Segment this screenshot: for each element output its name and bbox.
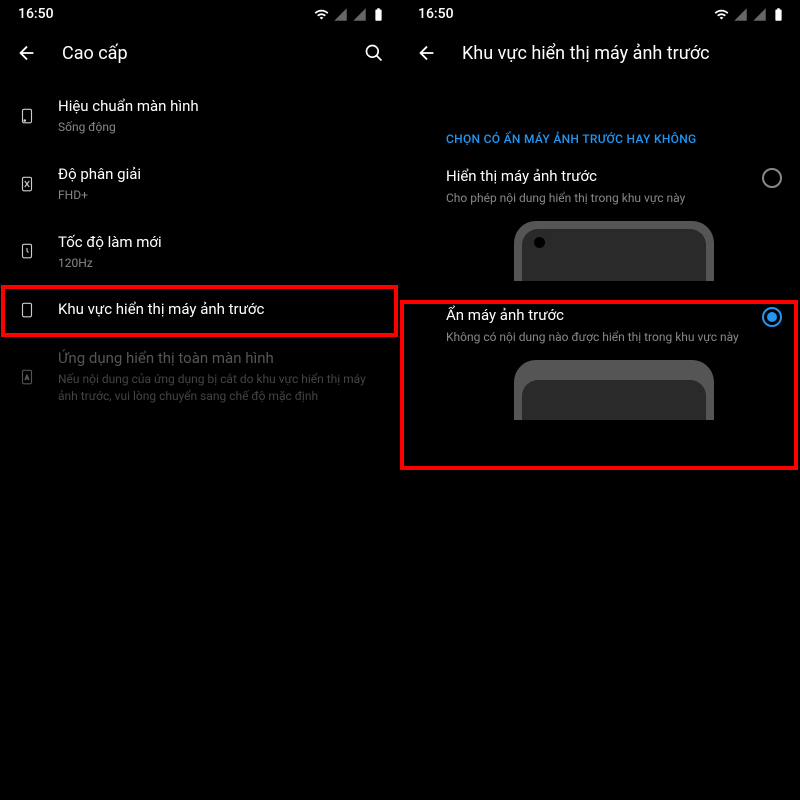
- item-sub: Nếu nội dung của ứng dụng bị cắt do khu …: [58, 371, 384, 405]
- battery-icon: [371, 7, 386, 22]
- svg-text:A: A: [25, 374, 29, 381]
- radio-unselected-icon[interactable]: [762, 168, 782, 188]
- item-refresh-rate[interactable]: Tốc độ làm mới 120Hz: [0, 218, 400, 286]
- phone-icon: [16, 300, 38, 320]
- preview-show-camera: [514, 221, 714, 281]
- item-screen-calibration[interactable]: Hiệu chuẩn màn hình Sống động: [0, 82, 400, 150]
- status-icons: [314, 7, 386, 22]
- item-fullscreen-apps: A Ứng dụng hiển thị toàn màn hình Nếu nộ…: [0, 334, 400, 419]
- status-bar: 16:50: [400, 0, 800, 28]
- screen-advanced: 16:50 Cao cấp Hiệu chuẩn màn hình Sống đ…: [0, 0, 400, 800]
- option-title: Hiển thị máy ảnh trước: [446, 166, 746, 187]
- item-text: Khu vực hiển thị máy ảnh trước: [58, 299, 384, 320]
- option-show-camera[interactable]: Hiển thị máy ảnh trước Cho phép nội dung…: [400, 166, 800, 281]
- item-title: Ứng dụng hiển thị toàn màn hình: [58, 348, 384, 369]
- settings-list: Hiệu chuẩn màn hình Sống động Độ phân gi…: [0, 82, 400, 419]
- palette-icon: [16, 106, 38, 126]
- back-button[interactable]: [16, 42, 38, 64]
- signal-icon-2: [752, 7, 767, 22]
- page-title: Khu vực hiển thị máy ảnh trước: [462, 43, 784, 64]
- wifi-icon: [314, 7, 329, 22]
- item-title: Hiệu chuẩn màn hình: [58, 96, 384, 117]
- item-resolution[interactable]: Độ phân giải FHD+: [0, 150, 400, 218]
- screen-camera-area: 16:50 Khu vực hiển thị máy ảnh trước CHỌ…: [400, 0, 800, 800]
- option-hide-camera[interactable]: Ẩn máy ảnh trước Không có nội dung nào đ…: [400, 305, 800, 420]
- item-sub: FHD+: [58, 187, 384, 204]
- item-text: Ứng dụng hiển thị toàn màn hình Nếu nội …: [58, 348, 384, 405]
- signal-icon-2: [352, 7, 367, 22]
- search-button[interactable]: [364, 43, 384, 63]
- status-time: 16:50: [18, 6, 54, 22]
- item-text: Tốc độ làm mới 120Hz: [58, 232, 384, 272]
- header: Cao cấp: [0, 28, 400, 82]
- status-time: 16:50: [418, 6, 454, 22]
- item-text: Hiệu chuẩn màn hình Sống động: [58, 96, 384, 136]
- wifi-icon: [714, 7, 729, 22]
- preview-hide-camera: [514, 360, 714, 420]
- section-header: CHỌN CÓ ẨN MÁY ẢNH TRƯỚC HAY KHÔNG: [400, 82, 800, 166]
- item-sub: Sống động: [58, 119, 384, 136]
- status-bar: 16:50: [0, 0, 400, 28]
- option-sub: Cho phép nội dung hiển thị trong khu vực…: [446, 190, 746, 207]
- item-camera-display-area[interactable]: Khu vực hiển thị máy ảnh trước: [0, 285, 400, 334]
- fullscreen-icon: A: [16, 367, 38, 387]
- option-sub: Không có nội dung nào được hiển thị tron…: [446, 329, 746, 346]
- radio-selected-icon[interactable]: [762, 307, 782, 327]
- page-title: Cao cấp: [62, 43, 340, 64]
- battery-icon: [771, 7, 786, 22]
- option-title: Ẩn máy ảnh trước: [446, 305, 746, 326]
- resolution-icon: [16, 174, 38, 194]
- item-title: Khu vực hiển thị máy ảnh trước: [58, 299, 384, 320]
- status-icons: [714, 7, 786, 22]
- item-text: Độ phân giải FHD+: [58, 164, 384, 204]
- refresh-icon: [16, 241, 38, 261]
- item-title: Độ phân giải: [58, 164, 384, 185]
- item-title: Tốc độ làm mới: [58, 232, 384, 253]
- back-button[interactable]: [416, 42, 438, 64]
- item-sub: 120Hz: [58, 255, 384, 272]
- signal-icon: [333, 7, 348, 22]
- header: Khu vực hiển thị máy ảnh trước: [400, 28, 800, 82]
- signal-icon: [733, 7, 748, 22]
